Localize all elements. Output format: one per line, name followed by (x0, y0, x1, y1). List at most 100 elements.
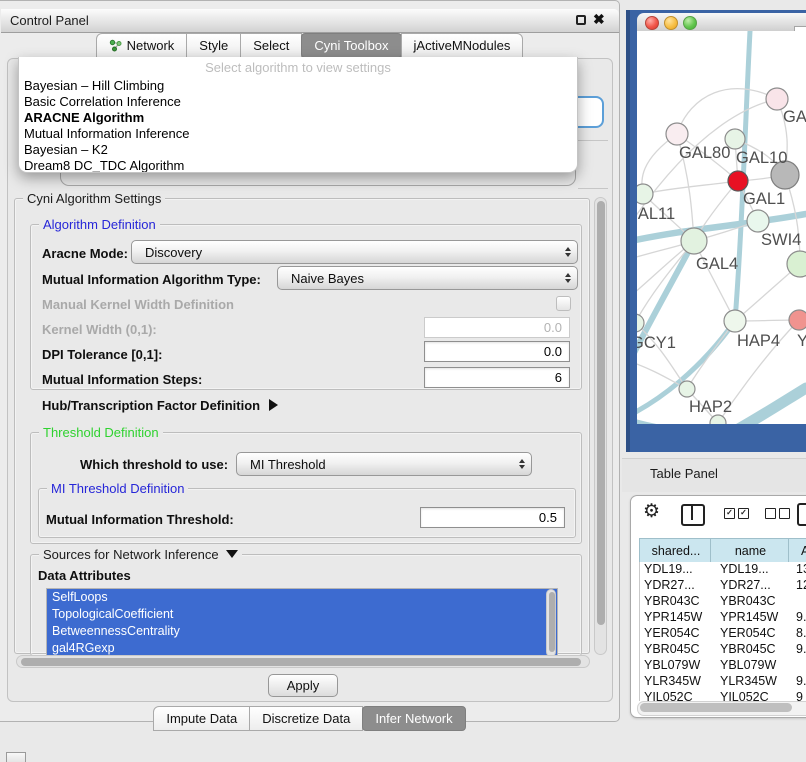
list-item[interactable]: BetweennessCentrality (47, 623, 557, 640)
tab-discretize-data[interactable]: Discretize Data (249, 706, 363, 731)
tab-infer-network[interactable]: Infer Network (362, 706, 465, 731)
scrollbar-thumb[interactable] (640, 703, 792, 712)
network-graph: GAL GAL80 GAL10 GAL1 GAL11 SWI4 GAL4 GCY… (637, 31, 806, 424)
data-attributes-label: Data Attributes (38, 568, 131, 583)
network-node-labels: GAL GAL80 GAL10 GAL1 GAL11 SWI4 GAL4 GCY… (637, 108, 806, 416)
combo-value: Discovery (145, 245, 202, 260)
mi-steps-field[interactable]: 6 (424, 367, 570, 388)
node-hap2[interactable] (679, 381, 695, 397)
network-window-titlebar[interactable] (637, 13, 806, 32)
close-traffic-light-icon[interactable] (645, 16, 659, 30)
node-red-highlight[interactable] (728, 171, 748, 191)
hub-definition-label: Hub/Transcription Factor Definition (42, 398, 260, 413)
cell: YDL19... (720, 562, 769, 576)
manual-kernel-label: Manual Kernel Width Definition (42, 297, 234, 312)
mi-type-label: Mutual Information Algorithm Type: (42, 272, 261, 287)
node-label: GAL10 (736, 149, 787, 167)
table-row[interactable]: YER054CYER054C8. (640, 626, 806, 642)
dropdown-item[interactable]: Dream8 DC_TDC Algorithm (19, 158, 577, 173)
dropdown-item[interactable]: Basic Correlation Inference (19, 94, 577, 110)
which-threshold-combo[interactable]: MI Threshold (236, 452, 532, 476)
column-header-shared-name[interactable]: shared... (639, 538, 713, 564)
node-salmon[interactable] (789, 310, 806, 330)
mi-type-combo[interactable]: Naive Bayes (277, 266, 578, 290)
table-row[interactable]: YLR345WYLR345W9. (640, 674, 806, 690)
node-gal11[interactable] (637, 184, 653, 204)
node-gal80[interactable] (666, 123, 688, 145)
table-row[interactable]: YPR145WYPR145W9. (640, 610, 806, 626)
groupbox-edge-fragment (578, 140, 608, 141)
cell: YLR345W (644, 674, 701, 688)
node-gal-top[interactable] (766, 88, 788, 110)
network-canvas[interactable]: GAL GAL80 GAL10 GAL1 GAL11 SWI4 GAL4 GCY… (637, 31, 806, 424)
dropdown-item-selected[interactable]: ARACNE Algorithm (19, 110, 577, 126)
dropdown-item[interactable]: Mutual Information Inference (19, 126, 577, 142)
cell: YDR27... (720, 578, 771, 592)
split-columns-icon[interactable] (681, 504, 705, 526)
group-title: Algorithm Definition (39, 217, 160, 232)
table-panel: ⚙ ✓ ✓ shared... name A YDL19...YDL19...1… (630, 495, 806, 718)
list-item[interactable]: TopologicalCoefficient (47, 606, 557, 623)
clipped-panel-icon[interactable] (6, 752, 26, 762)
manual-kernel-checkbox[interactable] (556, 296, 571, 311)
table-row[interactable]: YBR043CYBR043C (640, 594, 806, 610)
cell: 9. (796, 642, 806, 656)
table-horizontal-scrollbar[interactable] (637, 701, 806, 716)
scrollbar-thumb[interactable] (597, 201, 605, 625)
cell: YER054C (720, 626, 776, 640)
list-item[interactable]: SelfLoops (47, 589, 557, 606)
tab-network[interactable]: Network (96, 33, 188, 58)
zoom-traffic-light-icon[interactable] (683, 16, 697, 30)
kernel-width-field: 0.0 (424, 317, 570, 338)
dropdown-item[interactable]: Bayesian – Hill Climbing (19, 78, 577, 94)
dpi-tolerance-field[interactable]: 0.0 (424, 341, 570, 362)
node-gcy1[interactable] (637, 314, 644, 332)
node-hap4[interactable] (724, 310, 746, 332)
deselect-all-unchecked-icon[interactable] (779, 508, 790, 519)
select-all-checked-icon[interactable]: ✓ (724, 508, 735, 519)
float-window-icon[interactable] (576, 15, 586, 25)
cell: YBR045C (720, 642, 776, 656)
column-header-name[interactable]: name (710, 538, 791, 564)
tab-select[interactable]: Select (240, 33, 302, 58)
cell: YPR145W (720, 610, 778, 624)
close-icon[interactable]: ✖ (593, 11, 605, 28)
table-row[interactable]: YDL19...YDL19...13 (640, 562, 806, 578)
tab-jactivemnodules[interactable]: jActiveMNodules (401, 33, 524, 58)
node-gal4[interactable] (681, 228, 707, 254)
tab-label: Network (127, 38, 175, 53)
table-row[interactable]: YBL079WYBL079W (640, 658, 806, 674)
deselect-all-unchecked-icon[interactable] (765, 508, 776, 519)
apply-button[interactable]: Apply (268, 674, 338, 697)
sources-toggle[interactable]: Sources for Network Inference (39, 547, 242, 562)
mi-threshold-field[interactable]: 0.5 (420, 507, 565, 528)
column-header-clipped[interactable]: A (788, 538, 806, 564)
cell: 9 (796, 690, 803, 701)
settings-horizontal-scrollbar[interactable] (16, 655, 590, 668)
select-all-checked-icon[interactable]: ✓ (738, 508, 749, 519)
cell: YBR045C (644, 642, 700, 656)
hub-definition-toggle[interactable]: Hub/Transcription Factor Definition (42, 398, 278, 413)
list-vertical-scrollbar[interactable] (546, 589, 556, 657)
tab-cyni-toolbox[interactable]: Cyni Toolbox (301, 33, 401, 58)
node-label: SWI4 (761, 231, 801, 249)
tab-impute-data[interactable]: Impute Data (153, 706, 250, 731)
groupbox-edge-fragment (578, 188, 608, 189)
dpi-tolerance-label: DPI Tolerance [0,1]: (42, 347, 162, 362)
dropdown-placeholder: Select algorithm to view settings (19, 57, 577, 78)
node-label: GAL11 (637, 205, 675, 223)
node-label: GAL (783, 108, 806, 126)
settings-vertical-scrollbar[interactable] (594, 197, 607, 655)
table-row[interactable]: YBR045C YBR045C 9. (640, 642, 806, 658)
table-row[interactable]: YIL052CYIL052C9 (640, 690, 806, 701)
new-table-icon[interactable] (797, 503, 806, 526)
aracne-mode-combo[interactable]: Discovery (131, 240, 578, 264)
scrollbar-thumb[interactable] (21, 658, 581, 666)
table-settings-gear-icon[interactable]: ⚙ (643, 500, 660, 523)
node-gal1[interactable] (747, 210, 769, 232)
dropdown-item[interactable]: Bayesian – K2 (19, 142, 577, 158)
table-row[interactable]: YDR27...YDR27...12 (640, 578, 806, 594)
minimize-traffic-light-icon[interactable] (664, 16, 678, 30)
scrollbar-thumb[interactable] (549, 592, 555, 652)
tab-style[interactable]: Style (186, 33, 241, 58)
